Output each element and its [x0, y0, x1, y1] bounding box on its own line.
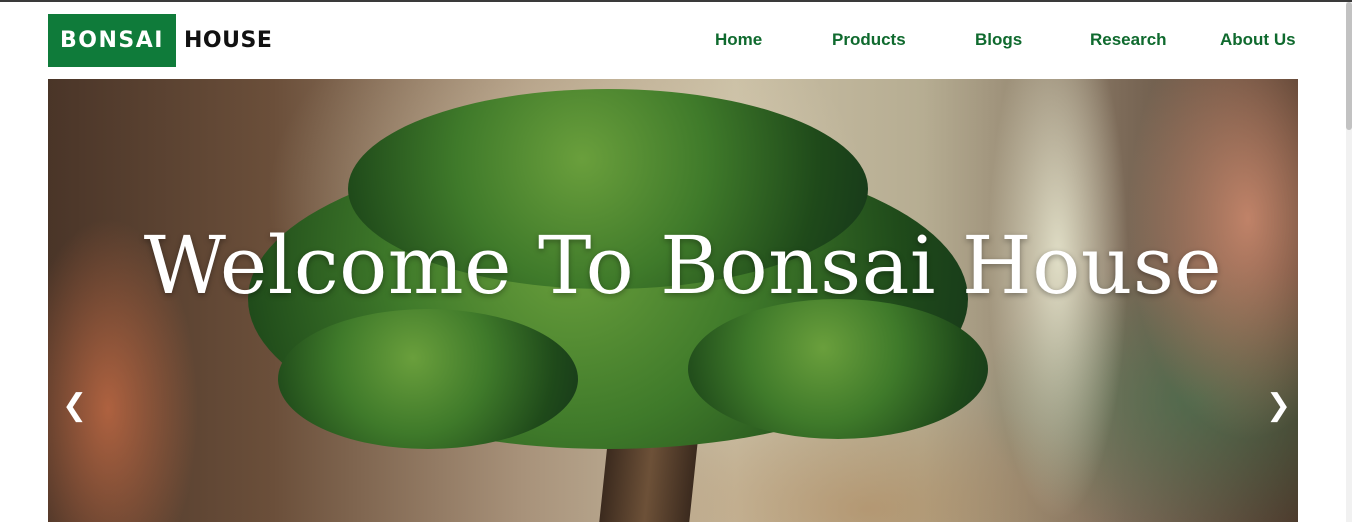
nav-link-home[interactable]: Home: [715, 30, 762, 50]
carousel-prev-button[interactable]: ❮: [62, 391, 87, 421]
bonsai-canopy-right: [688, 299, 988, 439]
hero-title: Welcome To Bonsai House: [143, 219, 1223, 312]
nav-link-products[interactable]: Products: [832, 30, 906, 50]
hero-carousel: Welcome To Bonsai House ❮ ❯: [48, 79, 1298, 522]
nav-link-research[interactable]: Research: [1090, 30, 1167, 50]
window-top-border: [0, 0, 1352, 2]
carousel-next-button[interactable]: ❯: [1266, 391, 1291, 421]
site-header: BONSAI HOUSE Home Products Blogs Researc…: [48, 14, 1298, 67]
nav-link-about-us[interactable]: About Us: [1220, 30, 1296, 50]
main-navigation: Home Products Blogs Research About Us: [48, 14, 1298, 67]
scrollbar-thumb[interactable]: [1346, 2, 1352, 130]
bonsai-canopy-left: [278, 309, 578, 449]
nav-link-blogs[interactable]: Blogs: [975, 30, 1022, 50]
